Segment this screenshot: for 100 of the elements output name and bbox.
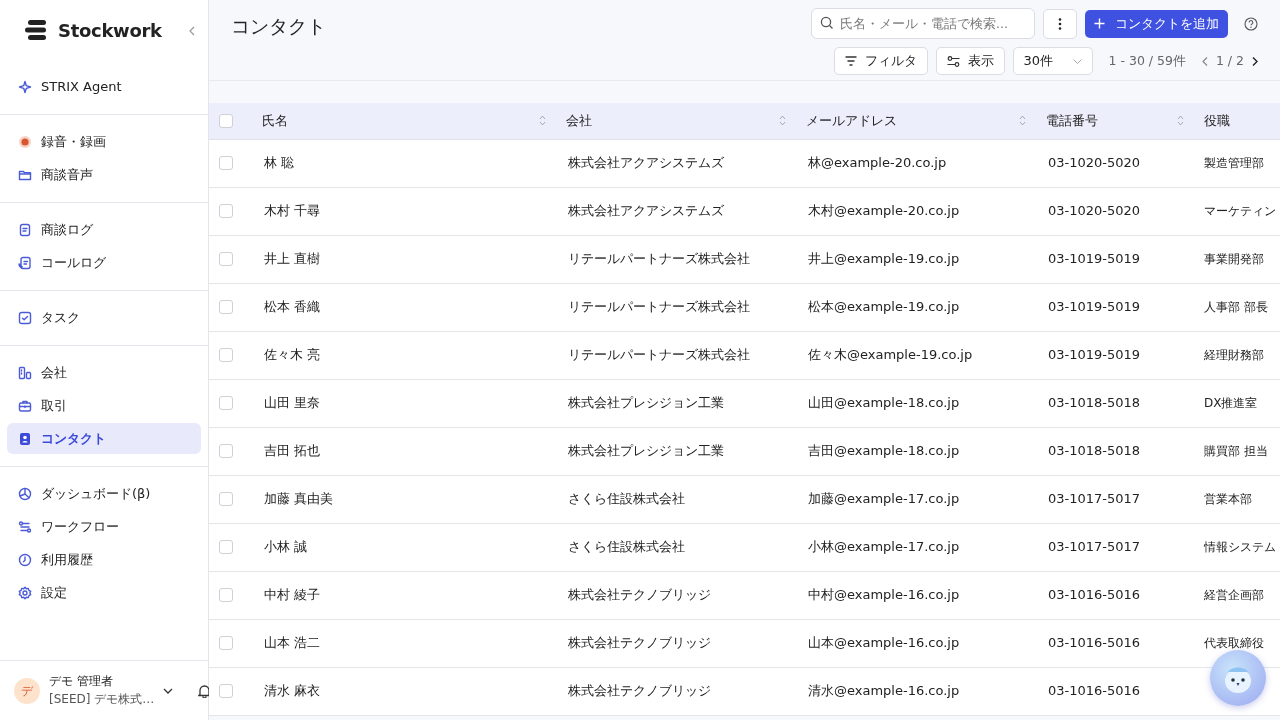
row-checkbox[interactable] [219,492,233,506]
help-icon [1244,17,1258,31]
table-cell: 加藤 真由美 [264,491,334,507]
search-field[interactable]: 氏名・メール・電話で検索... [811,8,1035,39]
table-cell: 03-1018-5018 [1048,395,1141,411]
sidebar-item[interactable]: 取引 [7,390,201,421]
column-header[interactable]: 氏名 [262,111,288,131]
chevron-down-icon [1072,58,1082,64]
table-cell: 製造管理部 [1204,156,1264,170]
settings-icon [18,585,32,600]
sidebar-item[interactable]: 会社 [7,357,201,388]
row-checkbox[interactable] [219,540,233,554]
table-cell: リテールパートナーズ株式会社 [568,299,750,315]
table-cell: 購買部 担当 [1204,444,1268,458]
select-all-checkbox[interactable] [219,113,233,128]
table-cell: 03-1020-5020 [1048,203,1141,219]
add-contact-button[interactable]: コンタクトを追加 [1085,9,1228,38]
sidebar-item[interactable]: STRIX Agent [7,71,201,102]
table-cell: DX推進室 [1204,396,1258,410]
view-button[interactable]: 表示 [935,47,1005,75]
sidebar-item[interactable]: コンタクト [7,423,201,454]
sidebar-item[interactable]: 録音・録画 [7,126,201,157]
sidebar-item[interactable]: 設定 [7,577,201,608]
table-cell: 経営企画部 [1204,588,1264,602]
column-header[interactable]: 会社 [566,111,592,131]
sliders-icon [946,55,960,67]
logo-text: Stockwork [58,18,162,43]
sort-icon [1177,115,1184,127]
table-cell: 林 聡 [264,155,295,171]
table-cell: 山本@example-16.co.jp [808,635,960,651]
table-cell: 株式会社アクアシステムズ [568,155,724,171]
table-cell: 中村@example-16.co.jp [808,587,960,603]
table-cell: 木村 千尋 [264,203,321,219]
row-checkbox[interactable] [219,348,233,362]
row-checkbox[interactable] [219,636,233,650]
row-checkbox[interactable] [219,684,233,698]
page-title: コンタクト [231,14,326,39]
record-range: 1 - 30 / 59件 [1108,51,1186,70]
sort-icon [779,115,786,127]
row-checkbox[interactable] [219,204,233,218]
table-cell: 03-1019-5019 [1048,347,1141,363]
user-avatar: デ [14,677,40,704]
user-name: デモ 管理者 [49,673,114,690]
row-checkbox[interactable] [219,252,233,266]
table-cell: 井上@example-19.co.jp [808,251,960,267]
row-checkbox[interactable] [219,588,233,602]
table-cell: 営業本部 [1204,492,1252,506]
table-cell: 中村 綾子 [264,587,321,603]
sidebar-item[interactable]: 商談音声 [7,159,201,190]
organization-name: [SEED] デモ株式… [49,690,155,708]
table-cell: 03-1016-5016 [1048,683,1141,699]
sidebar-item[interactable]: 商談ログ [7,214,201,245]
table-cell: 人事部 部長 [1204,300,1268,314]
table-cell: 吉田 拓也 [264,443,321,459]
table-cell: 代表取締役 [1204,636,1264,650]
sidebar-item[interactable]: ダッシュボード(β) [7,478,201,509]
table-cell: 事業開発部 [1204,252,1264,266]
sidebar-item[interactable]: ワークフロー [7,511,201,542]
more-vertical-icon [1058,17,1062,30]
table-cell: 井上 直樹 [264,251,321,267]
table-cell: 03-1018-5018 [1048,443,1141,459]
table-cell: マーケティン [1204,204,1276,218]
row-checkbox[interactable] [219,300,233,314]
clock-icon [18,552,32,567]
sidebar-item[interactable]: コールログ [7,247,201,278]
table-cell: 山田 里奈 [264,395,321,411]
table-cell: 山本 浩二 [264,635,321,651]
table-cell: 株式会社テクノブリッジ [568,587,711,603]
table-cell: 03-1016-5016 [1048,635,1141,651]
row-checkbox[interactable] [219,156,233,170]
table-cell: 清水@example-16.co.jp [808,683,960,699]
table-cell: 松本@example-19.co.jp [808,299,960,315]
table-cell: 情報システム [1204,540,1276,554]
table-cell: 株式会社テクノブリッジ [568,635,711,651]
table-cell: 松本 香織 [264,299,321,315]
sidebar-item[interactable]: 利用履歴 [7,544,201,575]
table-cell: リテールパートナーズ株式会社 [568,347,750,363]
sparkle-icon [18,79,32,94]
sort-icon [1019,115,1026,127]
column-header[interactable]: 役職 [1204,111,1230,131]
table-cell: 03-1017-5017 [1048,539,1141,555]
sort-icon [539,115,546,127]
table-cell: さくら住設株式会社 [568,539,685,555]
per-page-select[interactable]: 30件 [1012,47,1093,75]
row-checkbox[interactable] [219,444,233,458]
table-cell: 03-1017-5017 [1048,491,1141,507]
chevron-down-icon [163,688,174,694]
table-cell: 株式会社テクノブリッジ [568,683,711,699]
table-cell: 清水 麻衣 [264,683,321,699]
more-button[interactable] [1043,8,1077,39]
phone-document-icon [18,255,32,270]
document-icon [18,222,32,237]
building-icon [18,365,32,380]
row-checkbox[interactable] [219,396,233,410]
sidebar-item[interactable]: タスク [7,302,201,333]
bell-icon [198,684,212,698]
filter-button[interactable]: フィルタ [833,47,928,75]
table-cell: 小林@example-17.co.jp [808,539,960,555]
column-header[interactable]: 電話番号 [1046,111,1098,131]
table-cell: 加藤@example-17.co.jp [808,491,960,507]
